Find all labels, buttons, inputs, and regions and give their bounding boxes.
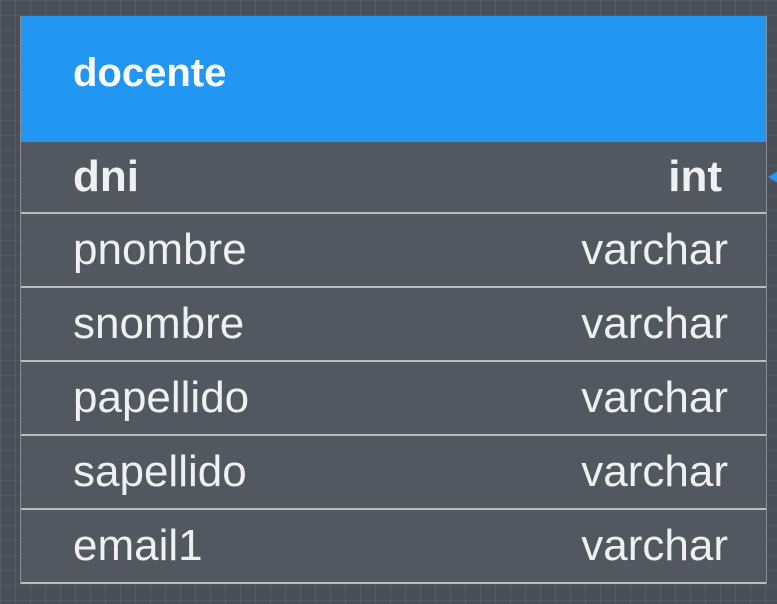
field-row-email1[interactable]: email1 varchar bbox=[21, 510, 766, 584]
relation-connector-icon[interactable] bbox=[768, 171, 777, 183]
field-type: int bbox=[668, 152, 722, 201]
field-type: varchar bbox=[581, 373, 728, 422]
entity-table-docente[interactable]: docente dni int pnombre varchar snombre … bbox=[20, 16, 777, 584]
field-type: varchar bbox=[581, 521, 728, 570]
field-type: varchar bbox=[581, 225, 728, 274]
field-row-dni[interactable]: dni int bbox=[21, 142, 777, 214]
field-row-snombre[interactable]: snombre varchar bbox=[21, 288, 766, 362]
field-row-papellido[interactable]: papellido varchar bbox=[21, 362, 766, 436]
field-name: snombre bbox=[73, 299, 245, 348]
table-title: docente bbox=[73, 50, 227, 95]
field-row-sapellido[interactable]: sapellido varchar bbox=[21, 436, 766, 510]
field-name: dni bbox=[73, 152, 139, 201]
table-header[interactable]: docente bbox=[21, 16, 766, 142]
field-name: sapellido bbox=[73, 447, 247, 496]
field-name: papellido bbox=[73, 373, 250, 422]
field-row-pnombre[interactable]: pnombre varchar bbox=[21, 214, 766, 288]
field-name: email1 bbox=[73, 521, 203, 570]
field-name: pnombre bbox=[73, 225, 247, 274]
field-type: varchar bbox=[581, 447, 728, 496]
field-type: varchar bbox=[581, 299, 728, 348]
